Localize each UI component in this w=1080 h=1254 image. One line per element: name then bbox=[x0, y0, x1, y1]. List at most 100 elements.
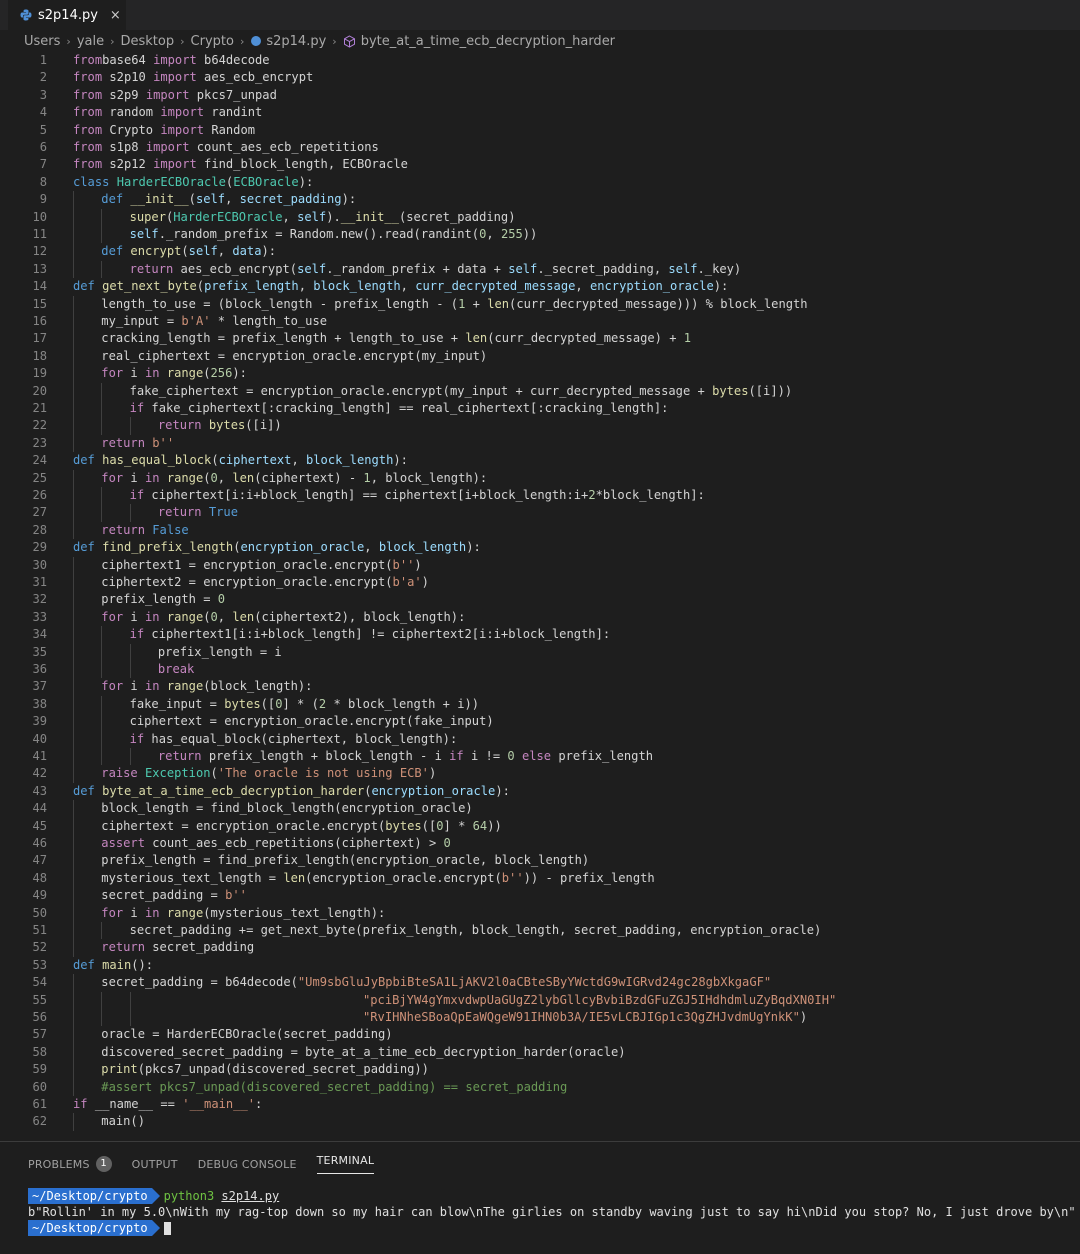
breadcrumb-symbol[interactable]: byte_at_a_time_ecb_decryption_harder bbox=[361, 34, 615, 49]
breadcrumb-users[interactable]: Users bbox=[24, 34, 60, 49]
code-line: 12 def encrypt(self, data): bbox=[0, 243, 1080, 261]
code-token: , bbox=[291, 453, 306, 468]
code-token: ECBOracle bbox=[233, 174, 299, 189]
code-token: + bbox=[465, 296, 488, 311]
code-token: range bbox=[166, 366, 204, 381]
code-line: 34 if ciphertext1[i:i+block_length] != ci… bbox=[0, 626, 1080, 644]
code-token: (): bbox=[131, 957, 154, 972]
indent-guide bbox=[73, 904, 74, 922]
code-line: 20 fake_ciphertext = encryption_oracle.en… bbox=[0, 382, 1080, 400]
python-file-icon bbox=[20, 9, 32, 21]
code-token: (ciphertext2), block_length): bbox=[254, 609, 466, 624]
terminal-prompt: ~/Desktop/crypto bbox=[28, 1188, 160, 1204]
line-number: 23 bbox=[32, 435, 47, 450]
tab-s2p14-py[interactable]: s2p14.py × bbox=[8, 0, 126, 30]
line-number: 46 bbox=[32, 836, 47, 850]
indent-guide bbox=[73, 887, 74, 905]
code-token: ([i])) bbox=[748, 383, 793, 398]
code-token: in bbox=[144, 470, 160, 485]
code-text: assert count_aes_ecb_repetitions(ciphert… bbox=[101, 835, 451, 852]
code-text: for i in range(0, len(ciphertext) - 1, b… bbox=[101, 470, 487, 487]
indent-guide bbox=[101, 748, 103, 766]
code-token: fake_ciphertext[:cracking_length] == rea… bbox=[144, 401, 669, 415]
code-token: ). bbox=[326, 209, 341, 224]
breadcrumb-yale[interactable]: yale bbox=[77, 34, 104, 49]
code-line: 28 return False bbox=[0, 521, 1080, 540]
code-text: real_ciphertext = encryption_oracle.encr… bbox=[101, 348, 487, 365]
problems-count-badge: 1 bbox=[95, 1156, 112, 1172]
line-number: 5 bbox=[39, 122, 47, 137]
code-editor[interactable]: 1 frombase64 import b64decode 2 from s2p10 … bbox=[0, 52, 1080, 1140]
breadcrumb-desktop[interactable]: Desktop bbox=[121, 34, 175, 49]
close-icon[interactable]: × bbox=[110, 8, 121, 23]
code-token: b'a' bbox=[392, 575, 422, 589]
indent-guide bbox=[73, 208, 74, 226]
indent-guide bbox=[101, 643, 103, 661]
code-token: (mysterious_text_length): bbox=[203, 905, 386, 920]
code-token: ciphertext bbox=[218, 453, 292, 468]
indent-guide bbox=[73, 765, 74, 783]
line-number: 20 bbox=[32, 383, 47, 398]
indent-guide bbox=[73, 869, 74, 888]
code-text: for i in range(mysterious_text_length): bbox=[101, 905, 385, 922]
code-text: block_length = find_block_length(encrypt… bbox=[101, 800, 472, 817]
terminal-output[interactable]: ~/Desktop/crypto python3 s2p14.py b"Rollin… bbox=[28, 1188, 1076, 1236]
indent-guide bbox=[73, 382, 74, 400]
tab-output[interactable]: OUTPUT bbox=[132, 1154, 178, 1174]
indent-guide bbox=[73, 608, 74, 627]
code-token: import bbox=[160, 122, 205, 137]
indent-guide bbox=[73, 1113, 74, 1131]
breadcrumb-file[interactable]: s2p14.py bbox=[266, 34, 326, 49]
indent-guide bbox=[73, 922, 74, 940]
line-number: 17 bbox=[32, 331, 47, 346]
code-token: Crypto bbox=[102, 122, 161, 137]
indent-guide bbox=[73, 347, 74, 366]
code-token: ( bbox=[364, 783, 372, 798]
indent-guide bbox=[73, 469, 74, 487]
code-token: range bbox=[166, 470, 204, 485]
code-line: 53 def main(): bbox=[0, 957, 1080, 974]
code-token: prefix_length = i bbox=[157, 644, 282, 659]
code-text: discovered_secret_padding = byte_at_a_ti… bbox=[101, 1044, 625, 1061]
code-line: 18 real_ciphertext = encryption_oracle.en… bbox=[0, 347, 1080, 366]
code-token: ciphertext = encryption_oracle.encrypt(f… bbox=[129, 714, 494, 729]
code-token: self bbox=[508, 261, 538, 276]
code-token: ): bbox=[495, 783, 510, 798]
code-line: 47 prefix_length = find_prefix_length(enc… bbox=[0, 852, 1080, 870]
breadcrumb-crypto[interactable]: Crypto bbox=[191, 34, 234, 49]
code-token: if bbox=[129, 627, 145, 642]
code-text: from random import randint bbox=[73, 104, 262, 121]
line-number: 13 bbox=[32, 261, 47, 276]
code-token: import bbox=[153, 53, 197, 67]
code-text: raise Exception('The oracle is not using… bbox=[101, 765, 436, 782]
code-text: if ciphertext[i:i+block_length] == ciphe… bbox=[130, 487, 705, 504]
tab-problems[interactable]: PROBLEMS 1 bbox=[28, 1154, 112, 1174]
code-line: 11 self._random_prefix = Random.new().rea… bbox=[0, 226, 1080, 244]
code-text: secret_padding = b'' bbox=[101, 887, 247, 904]
line-number: 3 bbox=[39, 87, 47, 102]
indent-guide bbox=[73, 191, 74, 209]
code-token: 2 bbox=[588, 488, 596, 502]
code-token: def bbox=[73, 957, 95, 972]
code-text: prefix_length = i bbox=[158, 644, 282, 661]
code-token: ( bbox=[196, 279, 205, 294]
code-token: 1 bbox=[683, 331, 692, 346]
chevron-right-icon: › bbox=[110, 34, 115, 48]
code-token: Exception bbox=[144, 766, 211, 781]
indent-guide bbox=[73, 678, 74, 696]
code-token: b'A' bbox=[181, 314, 211, 328]
tab-terminal[interactable]: TERMINAL bbox=[316, 1154, 375, 1174]
code-text: main() bbox=[101, 1113, 145, 1130]
code-token: def bbox=[73, 783, 95, 798]
code-token: break bbox=[157, 662, 195, 676]
indent-guide bbox=[73, 1061, 74, 1079]
indent-guide bbox=[73, 226, 74, 244]
code-token: ._random_prefix + data + bbox=[326, 261, 509, 276]
tab-debug-console[interactable]: DEBUG CONSOLE bbox=[198, 1154, 297, 1174]
code-line: 3 from s2p9 import pkcs7_unpad bbox=[0, 87, 1080, 104]
code-text: return bytes([i]) bbox=[158, 417, 282, 434]
code-token: (curr_decrypted_message) + bbox=[487, 331, 684, 346]
code-text: from s2p9 import pkcs7_unpad bbox=[73, 87, 277, 104]
